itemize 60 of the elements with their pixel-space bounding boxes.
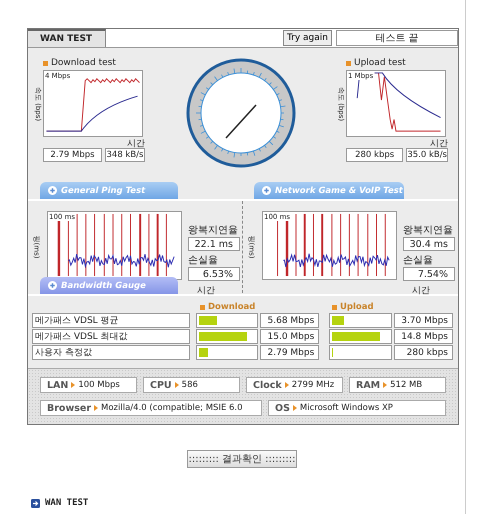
bullet-icon [43, 60, 48, 66]
table-cell: 280 kbps [394, 345, 453, 360]
axis-label: 시간 [126, 138, 145, 148]
bullet-icon [346, 60, 351, 66]
info-label: CPU [150, 380, 172, 390]
info-label: RAM [356, 380, 380, 390]
stat-label: 왕복지연율 [188, 224, 239, 237]
bullet-icon [200, 304, 205, 310]
info-label: Browser [47, 402, 92, 414]
chart-title: Upload test [354, 58, 406, 68]
info-value: 512 MB [390, 380, 422, 390]
result-button[interactable]: ::::::::: 결과확인 ::::::::: [187, 450, 297, 468]
arrow-icon [71, 382, 76, 388]
table-cell: 메가패스 VDSL 평균 [32, 313, 190, 328]
plus-icon [48, 281, 57, 290]
plus-icon [262, 186, 271, 195]
info-label: OS [275, 402, 290, 414]
info-value: 100 Mbps [78, 380, 120, 390]
stat-label: 손실율 [188, 254, 219, 267]
latency-field: 22.1 ms [188, 237, 240, 251]
table-cell: 2.79 Mbps [260, 345, 320, 360]
arrow-icon [94, 405, 98, 411]
latency-field: 30.4 ms [403, 237, 455, 251]
column-header: Download [208, 302, 256, 312]
arrow-icon [31, 498, 40, 508]
info-value: 586 [182, 380, 198, 390]
info-value: Microsoft Windows XP [300, 403, 393, 413]
arrow-icon [174, 382, 179, 388]
arrow-icon [284, 382, 289, 388]
reading-field: 348 kB/s [105, 148, 145, 162]
axis-label: 시간 [411, 285, 430, 297]
section-title: WAN TEST [45, 498, 88, 508]
table-cell: 사용자 측정값 [32, 345, 190, 360]
reading-field: 35.0 kB/s [406, 148, 448, 162]
info-value: 2799 MHz [292, 380, 334, 390]
table-cell: 15.0 Mbps [260, 329, 320, 344]
tab[interactable]: WAN TEST [28, 29, 106, 47]
stat-label: 손실율 [403, 254, 434, 267]
column-header: Upload [340, 302, 374, 312]
chart-title: Download test [51, 58, 116, 68]
loss-field: 6.53% [188, 267, 240, 281]
plus-icon [48, 186, 57, 195]
info-label: LAN [47, 380, 68, 390]
arrow-icon [383, 382, 388, 388]
try-again-button[interactable]: Try again [282, 30, 332, 46]
info-value: Mozilla/4.0 (compatible; MSIE 6.0 [101, 403, 243, 413]
stat-label: 왕복지연율 [403, 224, 454, 237]
loss-field: 7.54% [403, 267, 455, 281]
table-cell: 3.70 Mbps [394, 313, 453, 328]
bullet-icon [332, 304, 337, 310]
table-cell: 메가패스 VDSL 최대값 [32, 329, 190, 344]
axis-label: 시간 [196, 285, 215, 297]
table-cell: 5.68 Mbps [260, 313, 320, 328]
reading-field: 2.79 Mbps [43, 148, 102, 162]
reading-field: 280 kbps [346, 148, 404, 162]
table-cell: 14.8 Mbps [394, 329, 453, 344]
status-field: 테스트 끝 [336, 30, 458, 46]
arrow-icon [292, 405, 297, 411]
axis-label: 시간 [429, 138, 448, 148]
info-label: Clock [253, 380, 282, 390]
